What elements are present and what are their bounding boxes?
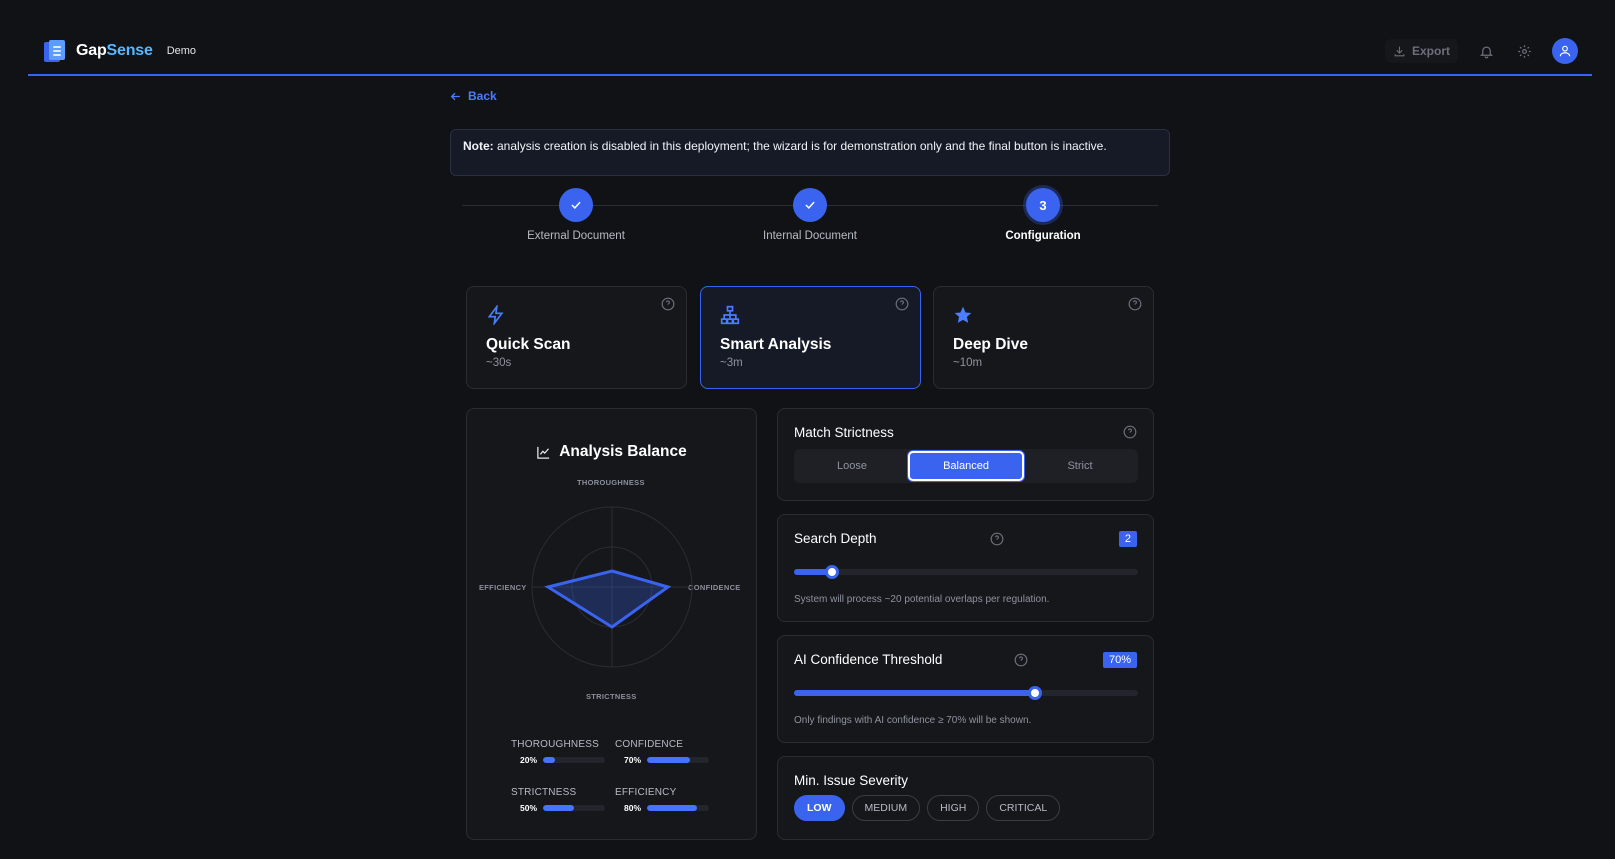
brand[interactable]: GapSense Demo (28, 40, 196, 62)
confidence-threshold-slider[interactable] (794, 686, 1138, 700)
check-icon (793, 188, 827, 222)
settings-button[interactable] (1514, 41, 1534, 61)
step-configuration[interactable]: 3 Configuration (943, 188, 1143, 242)
help-icon[interactable] (1128, 297, 1142, 311)
arrow-left-icon (450, 92, 460, 100)
slider-handle[interactable] (1027, 686, 1042, 700)
bell-icon (1479, 46, 1493, 58)
strictness-option-balanced[interactable]: Balanced (908, 451, 1024, 481)
search-depth-panel: Search Depth 2 System will process ~20 p… (777, 514, 1154, 622)
confidence-threshold-hint: Only findings with AI confidence ≥ 70% w… (794, 715, 1032, 726)
page: GapSense Demo Export Back Note: analysis… (0, 0, 1615, 859)
gear-icon (1517, 44, 1531, 58)
radar-chart (531, 506, 693, 668)
step-internal-document[interactable]: Internal Document (710, 188, 910, 242)
match-strictness-panel: Match Strictness Loose Balanced Strict (777, 408, 1154, 501)
strictness-option-strict[interactable]: Strict (1024, 451, 1136, 481)
notifications-button[interactable] (1476, 41, 1496, 61)
logo-icon (44, 40, 66, 62)
demo-note: Note: analysis creation is disabled in t… (450, 129, 1170, 176)
confidence-threshold-panel: AI Confidence Threshold 70% Only finding… (777, 635, 1154, 743)
severity-option-high[interactable]: HIGH (927, 795, 980, 821)
mode-smart-analysis[interactable]: Smart Analysis ~3m (700, 286, 921, 389)
export-button[interactable]: Export (1384, 39, 1458, 63)
mode-quick-scan[interactable]: Quick Scan ~30s (466, 286, 687, 389)
severity-option-low[interactable]: LOW (794, 795, 845, 821)
metric-efficiency: EFFICIENCY 80% (615, 787, 715, 813)
back-link[interactable]: Back (449, 89, 497, 103)
help-icon[interactable] (990, 532, 1004, 546)
demo-tag: Demo (166, 45, 197, 57)
top-bar: GapSense Demo Export (28, 28, 1592, 76)
wizard-stepper: External Document Internal Document 3 Co… (462, 188, 1158, 248)
severity-title: Min. Issue Severity (794, 773, 909, 788)
avatar[interactable] (1552, 38, 1578, 64)
severity-option-critical[interactable]: CRITICAL (986, 795, 1061, 821)
slider-handle[interactable] (824, 565, 839, 579)
radar-polygon (544, 569, 672, 629)
balance-title: Analysis Balance (467, 443, 756, 461)
help-icon[interactable] (1123, 425, 1137, 439)
confidence-threshold-title: AI Confidence Threshold (794, 652, 943, 667)
step-external-document[interactable]: External Document (476, 188, 676, 242)
severity-options: LOW MEDIUM HIGH CRITICAL (794, 795, 1061, 821)
match-strictness-title: Match Strictness (794, 425, 894, 440)
mode-deep-dive[interactable]: Deep Dive ~10m (933, 286, 1154, 389)
analysis-balance-panel: Analysis Balance THOROUGHNESS CONFIDENCE… (466, 408, 757, 840)
search-depth-hint: System will process ~20 potential overla… (794, 594, 1050, 605)
hierarchy-icon (720, 305, 740, 325)
user-icon (1559, 45, 1571, 57)
metric-strictness: STRICTNESS 50% (511, 787, 611, 813)
confidence-threshold-value: 70% (1102, 652, 1137, 668)
help-icon[interactable] (895, 297, 909, 311)
strictness-segmented-control: Loose Balanced Strict (794, 449, 1138, 483)
search-depth-value: 2 (1118, 531, 1137, 547)
check-icon (559, 188, 593, 222)
metric-thoroughness: THOROUGHNESS 20% (511, 739, 611, 765)
bolt-icon (487, 303, 504, 327)
metric-confidence: CONFIDENCE 70% (615, 739, 715, 765)
severity-option-medium[interactable]: MEDIUM (851, 795, 921, 821)
step-number: 3 (1026, 188, 1060, 222)
strictness-option-loose[interactable]: Loose (796, 451, 908, 481)
help-icon[interactable] (661, 297, 675, 311)
severity-panel: Min. Issue Severity LOW MEDIUM HIGH CRIT… (777, 756, 1154, 840)
search-depth-slider[interactable] (794, 565, 1138, 579)
download-icon (1394, 46, 1405, 56)
brand-name: GapSense (76, 42, 153, 59)
chart-line-icon (537, 446, 550, 459)
star-icon (954, 306, 972, 323)
help-icon[interactable] (1014, 653, 1028, 667)
search-depth-title: Search Depth (794, 531, 877, 546)
